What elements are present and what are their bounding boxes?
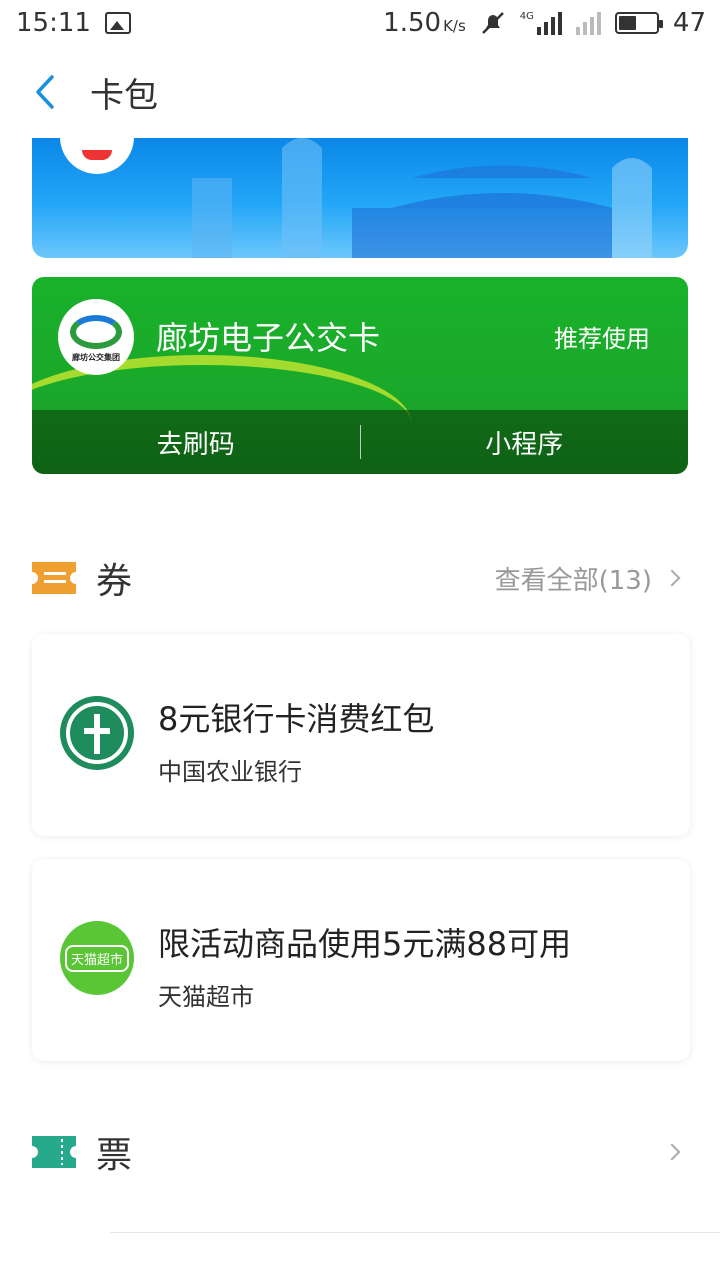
page-title: 卡包 — [90, 75, 158, 116]
coupon-icon — [32, 562, 76, 594]
city-card[interactable] — [32, 138, 688, 258]
bus-card-title: 廊坊电子公交卡 — [156, 319, 381, 357]
coupons-section-header: 券 查看全部(13) — [32, 548, 688, 608]
battery-icon — [614, 12, 663, 34]
app-header: 卡包 — [0, 46, 720, 138]
view-all-coupons-link[interactable]: 查看全部(13) — [495, 560, 652, 597]
coupon-card[interactable]: 天猫超市 限活动商品使用5元满88可用 天猫超市 — [32, 859, 690, 1061]
coupon-title: 8元银行卡消费红包 — [158, 700, 435, 738]
scan-code-button[interactable]: 去刷码 — [32, 424, 360, 461]
recommend-badge: 推荐使用 — [554, 325, 650, 353]
bus-card-actions: 去刷码 小程序 — [32, 410, 688, 474]
chevron-right-icon[interactable] — [663, 569, 681, 587]
coupon-merchant: 天猫超市 — [158, 983, 254, 1011]
status-bar: 15:11 1.50 K/s 4G 47 — [0, 0, 720, 46]
tickets-section-title: 票 — [96, 1135, 133, 1176]
image-notification-icon — [104, 12, 131, 34]
ticket-icon — [32, 1136, 76, 1168]
coupon-card[interactable]: 8元银行卡消费红包 中国农业银行 — [32, 634, 690, 836]
bus-card[interactable]: 廊坊公交集团 廊坊电子公交卡 推荐使用 去刷码 小程序 — [32, 277, 688, 474]
chevron-left-icon — [36, 75, 54, 109]
network-speed: 1.50 K/s — [383, 8, 466, 38]
signal-sim2-icon — [575, 11, 601, 35]
battery-level: 47 — [672, 8, 706, 38]
coupon-merchant: 中国农业银行 — [158, 758, 302, 786]
city-skyline-illustration — [192, 138, 652, 258]
coupon-title: 限活动商品使用5元满88可用 — [158, 925, 572, 963]
signal-strength-icon: 4G — [520, 11, 562, 35]
mini-program-button[interactable]: 小程序 — [361, 424, 689, 461]
chevron-right-icon[interactable] — [663, 1143, 681, 1161]
abc-bank-logo — [60, 696, 134, 770]
bus-company-logo: 廊坊公交集团 — [58, 299, 134, 375]
status-time: 15:11 — [16, 8, 91, 38]
tickets-section-header[interactable]: 票 — [32, 1122, 688, 1182]
tmall-market-logo: 天猫超市 — [60, 921, 134, 995]
coupons-section-title: 券 — [96, 561, 133, 602]
back-button[interactable] — [0, 46, 90, 138]
divider — [110, 1232, 720, 1233]
mute-bell-icon — [481, 12, 504, 34]
